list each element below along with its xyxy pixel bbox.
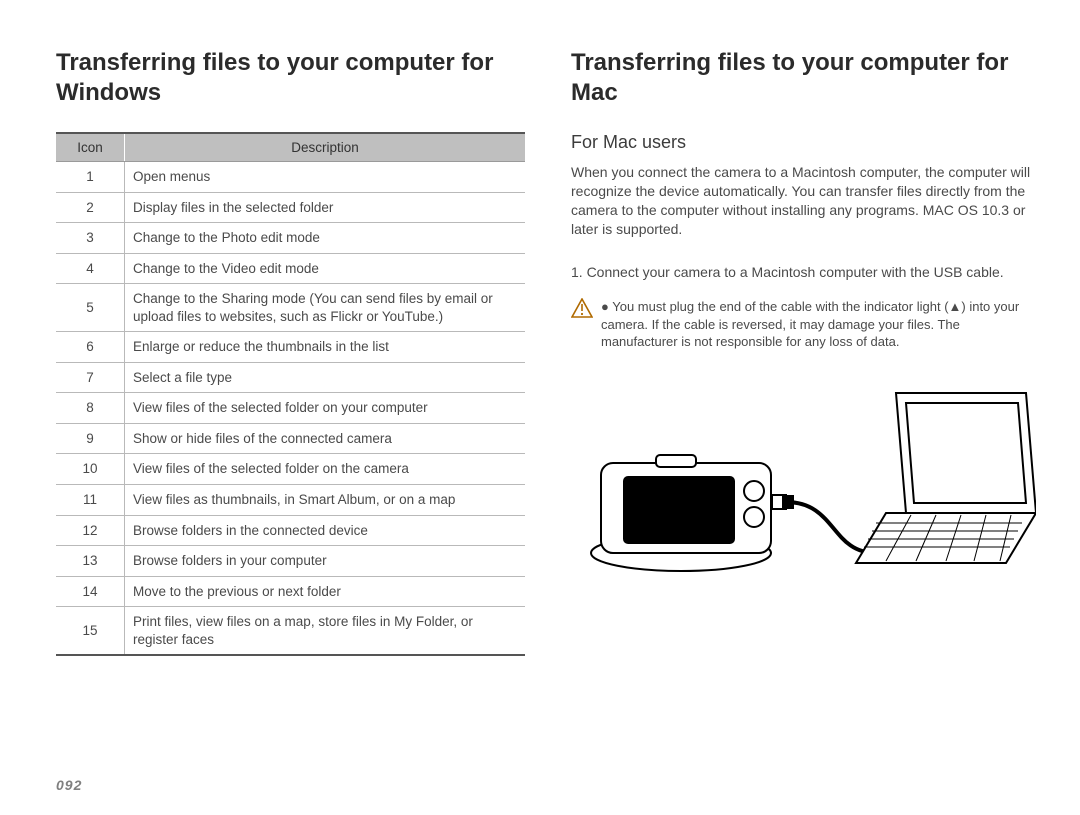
cell-desc: Display files in the selected folder [125,192,526,223]
table-row: 8View files of the selected folder on yo… [56,393,525,424]
cell-icon: 6 [56,332,125,363]
left-heading: Transferring files to your computer for … [56,48,525,108]
th-description: Description [125,133,526,162]
cell-icon: 10 [56,454,125,485]
cell-icon: 13 [56,546,125,577]
table-row: 2Display files in the selected folder [56,192,525,223]
cell-icon: 7 [56,362,125,393]
cell-icon: 4 [56,253,125,284]
cell-icon: 12 [56,515,125,546]
table-row: 6Enlarge or reduce the thumbnails in the… [56,332,525,363]
cell-icon: 8 [56,393,125,424]
table-row: 1Open menus [56,162,525,193]
caution-note: ● You must plug the end of the cable wit… [571,298,1040,351]
mac-intro-paragraph: When you connect the camera to a Macinto… [571,163,1040,239]
right-column: Transferring files to your computer for … [571,48,1040,656]
th-icon: Icon [56,133,125,162]
cell-icon: 15 [56,607,125,656]
manual-page: Transferring files to your computer for … [0,0,1080,815]
cell-desc: Change to the Video edit mode [125,253,526,284]
cell-desc: Print files, view files on a map, store … [125,607,526,656]
table-row: 14Move to the previous or next folder [56,576,525,607]
caution-text: ● You must plug the end of the cable wit… [601,298,1040,351]
table-row: 9Show or hide files of the connected cam… [56,423,525,454]
caution-body: You must plug the end of the cable with … [601,299,1019,349]
connection-illustration [571,373,1040,588]
table-row: 11View files as thumbnails, in Smart Alb… [56,485,525,516]
page-number: 092 [56,777,82,793]
table-row: 10View files of the selected folder on t… [56,454,525,485]
cell-icon: 2 [56,192,125,223]
table-header-row: Icon Description [56,133,525,162]
cell-desc: Move to the previous or next folder [125,576,526,607]
cell-desc: Select a file type [125,362,526,393]
table-row: 7Select a file type [56,362,525,393]
cell-desc: Change to the Photo edit mode [125,223,526,254]
caution-icon [571,298,593,351]
cell-icon: 1 [56,162,125,193]
bullet: ● [601,299,612,314]
cell-desc: View files of the selected folder on you… [125,393,526,424]
cell-desc: Change to the Sharing mode (You can send… [125,284,526,332]
table-row: 13Browse folders in your computer [56,546,525,577]
cell-desc: Browse folders in your computer [125,546,526,577]
cell-icon: 9 [56,423,125,454]
cell-desc: Enlarge or reduce the thumbnails in the … [125,332,526,363]
cell-desc: View files as thumbnails, in Smart Album… [125,485,526,516]
right-heading: Transferring files to your computer for … [571,48,1040,108]
table-row: 15Print files, view files on a map, stor… [56,607,525,656]
table-row: 5Change to the Sharing mode (You can sen… [56,284,525,332]
icon-description-table: Icon Description 1Open menus 2Display fi… [56,132,525,656]
table-row: 12Browse folders in the connected device [56,515,525,546]
cell-desc: Open menus [125,162,526,193]
table-row: 3Change to the Photo edit mode [56,223,525,254]
cell-icon: 3 [56,223,125,254]
two-column-layout: Transferring files to your computer for … [56,48,1040,656]
table-row: 4Change to the Video edit mode [56,253,525,284]
left-column: Transferring files to your computer for … [56,48,525,656]
cell-desc: Show or hide files of the connected came… [125,423,526,454]
cell-desc: Browse folders in the connected device [125,515,526,546]
cell-icon: 5 [56,284,125,332]
cell-icon: 14 [56,576,125,607]
cell-icon: 11 [56,485,125,516]
step-1: 1. Connect your camera to a Macintosh co… [571,263,1040,283]
cell-desc: View files of the selected folder on the… [125,454,526,485]
right-subheading: For Mac users [571,132,1040,153]
